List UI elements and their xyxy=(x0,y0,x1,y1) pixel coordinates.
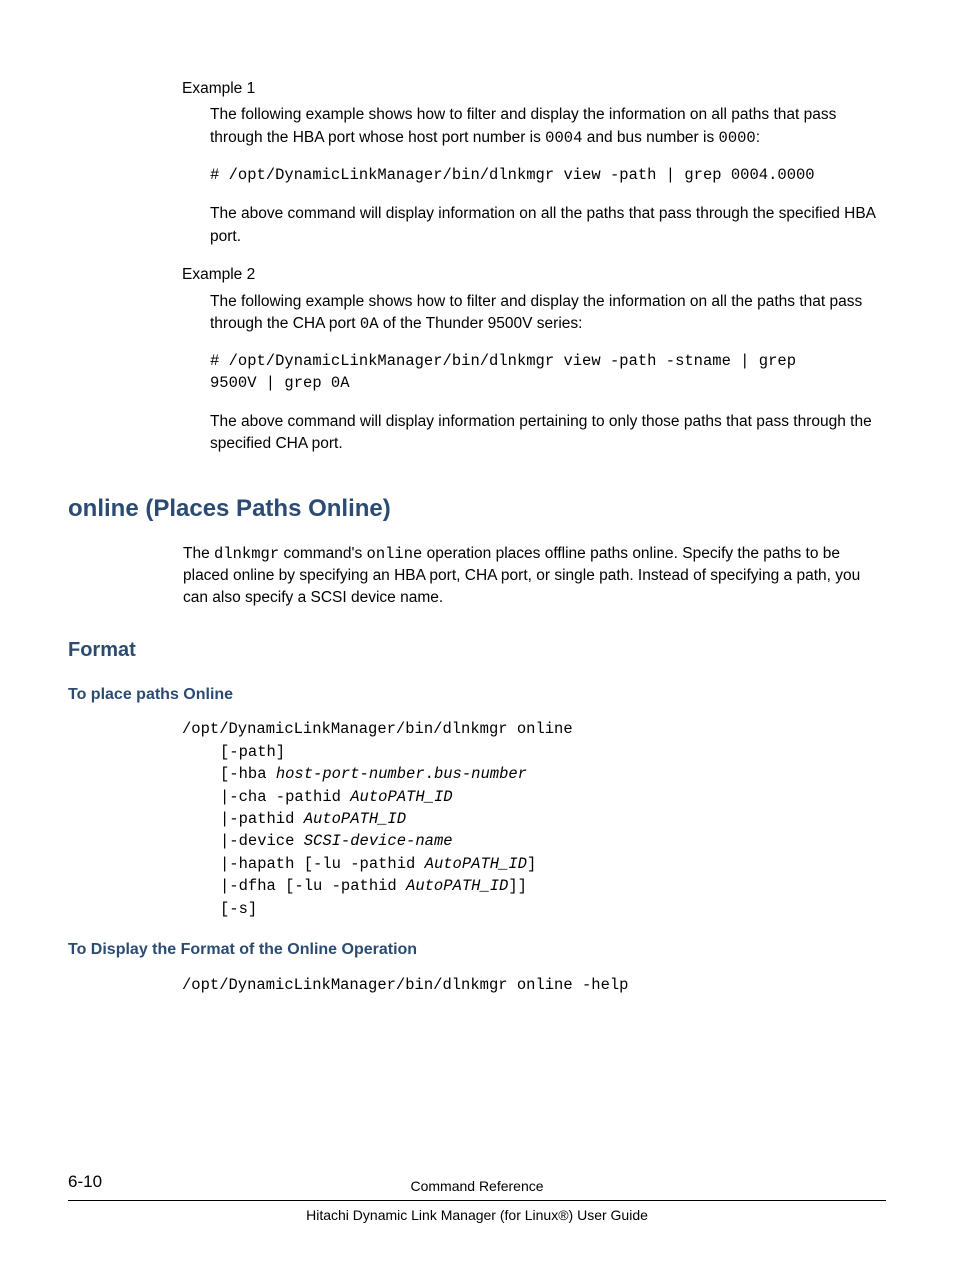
italic-text: AutoPATH_ID xyxy=(406,877,508,895)
text: The xyxy=(183,545,214,562)
text: [-path] xyxy=(220,743,285,761)
code-inline: 0004 xyxy=(545,129,582,147)
text: ]] xyxy=(508,877,527,895)
code-inline: dlnkmgr xyxy=(214,545,279,563)
page-footer: 6-10 Command Reference Hitachi Dynamic L… xyxy=(68,1176,886,1226)
syntax-line: [-hba host-port-number.bus-number xyxy=(182,763,886,785)
text: |-device xyxy=(220,832,304,850)
code-inline: 0000 xyxy=(719,129,756,147)
syntax-help: /opt/DynamicLinkManager/bin/dlnkmgr onli… xyxy=(182,974,886,996)
italic-text: AutoPATH_ID xyxy=(425,855,527,873)
example2-command: # /opt/DynamicLinkManager/bin/dlnkmgr vi… xyxy=(210,351,850,394)
example2-outro: The above command will display informati… xyxy=(210,411,886,456)
text: . xyxy=(425,765,434,783)
text: |-dfha [-lu -pathid xyxy=(220,877,406,895)
text: |-cha -pathid xyxy=(220,788,350,806)
example2-intro: The following example shows how to filte… xyxy=(210,291,886,336)
italic-text: host-port-number xyxy=(276,765,425,783)
example1-intro: The following example shows how to filte… xyxy=(210,104,886,149)
section-intro: The dlnkmgr command's online operation p… xyxy=(183,543,886,610)
syntax-line: |-cha -pathid AutoPATH_ID xyxy=(182,786,886,808)
text: and bus number is xyxy=(582,129,718,146)
syntax-line: |-hapath [-lu -pathid AutoPATH_ID] xyxy=(182,853,886,875)
syntax-line: /opt/DynamicLinkManager/bin/dlnkmgr onli… xyxy=(182,720,573,738)
text: of the Thunder 9500V series: xyxy=(379,315,583,332)
syntax-line: |-device SCSI-device-name xyxy=(182,830,886,852)
syntax-line: [-path] xyxy=(182,741,886,763)
example1-outro: The above command will display informati… xyxy=(210,203,886,248)
format-sub1-title: To place paths Online xyxy=(68,683,886,706)
format-sub2-title: To Display the Format of the Online Oper… xyxy=(68,938,886,961)
syntax-line: |-dfha [-lu -pathid AutoPATH_ID]] xyxy=(182,875,886,897)
footer-top-text: Command Reference xyxy=(68,1176,886,1196)
text: ] xyxy=(527,855,536,873)
text: command's xyxy=(279,545,366,562)
syntax-line: |-pathid AutoPATH_ID xyxy=(182,808,886,830)
italic-text: AutoPATH_ID xyxy=(350,788,452,806)
italic-text: SCSI-device-name xyxy=(304,832,453,850)
code-inline: online xyxy=(367,545,423,563)
syntax-online: /opt/DynamicLinkManager/bin/dlnkmgr onli… xyxy=(182,718,886,920)
text: |-hapath [-lu -pathid xyxy=(220,855,425,873)
code-inline: 0A xyxy=(360,315,379,333)
example1-command: # /opt/DynamicLinkManager/bin/dlnkmgr vi… xyxy=(210,165,886,187)
text: : xyxy=(756,129,760,146)
italic-text: AutoPATH_ID xyxy=(304,810,406,828)
example1-label: Example 1 xyxy=(182,78,886,100)
footer-bottom-text: Hitachi Dynamic Link Manager (for Linux®… xyxy=(68,1205,886,1225)
text: |-pathid xyxy=(220,810,304,828)
footer-rule xyxy=(68,1200,886,1201)
format-title: Format xyxy=(68,636,886,665)
section-title: online (Places Paths Online) xyxy=(68,492,886,527)
page-number: 6-10 xyxy=(68,1170,102,1195)
syntax-line: [-s] xyxy=(182,898,886,920)
italic-text: bus-number xyxy=(434,765,527,783)
example2-label: Example 2 xyxy=(182,264,886,286)
text: [-s] xyxy=(220,900,257,918)
text: [-hba xyxy=(220,765,276,783)
